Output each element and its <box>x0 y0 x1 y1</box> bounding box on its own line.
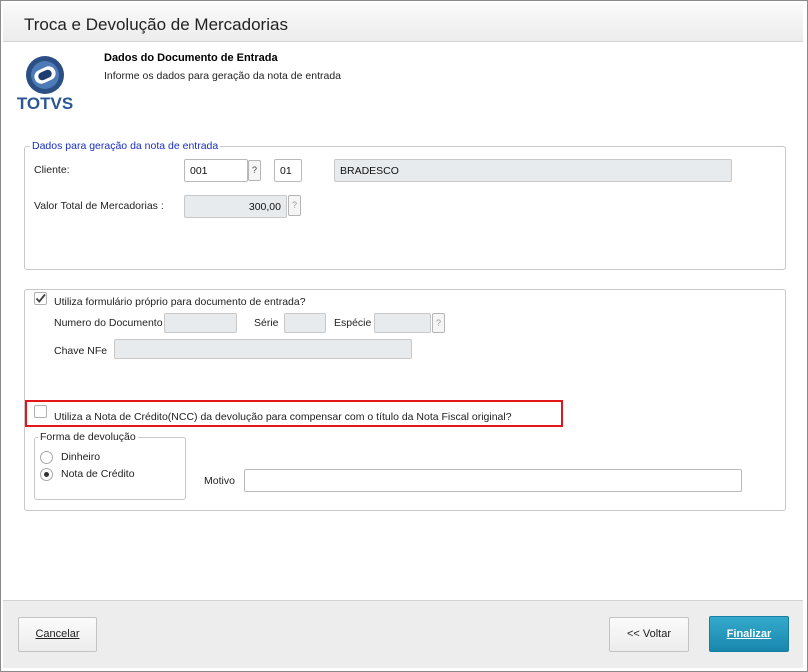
page-title: Dados do Documento de Entrada <box>104 52 278 64</box>
cliente-label: Cliente: <box>34 164 70 176</box>
back-button-label: << Voltar <box>626 628 672 640</box>
motivo-label: Motivo <box>204 475 235 487</box>
finish-button-label: Finalizar <box>726 628 772 640</box>
valor-total-field: 300,00 <box>184 195 287 218</box>
return-method-group: Forma de devolução <box>34 431 186 500</box>
entry-data-legend: Dados para geração da nota de entrada <box>32 140 219 152</box>
serie-field[interactable] <box>284 313 326 333</box>
radio-dinheiro[interactable] <box>40 451 53 464</box>
cliente-lookup-button[interactable]: ? <box>248 160 261 181</box>
especie-label: Espécie <box>334 317 372 329</box>
totvs-logo: TOTVS <box>17 56 73 113</box>
cancel-button-label: Cancelar <box>35 628 80 640</box>
checkmark-icon <box>35 293 46 303</box>
serie-label: Série <box>254 317 279 329</box>
back-button[interactable]: << Voltar <box>609 617 689 652</box>
return-method-legend: Forma de devolução <box>40 431 136 443</box>
title-bar: Troca e Devolução de Mercadorias <box>3 3 803 42</box>
motivo-field[interactable] <box>244 469 742 492</box>
radio-nota-credito[interactable] <box>40 468 53 481</box>
valor-total-label: Valor Total de Mercadorias : <box>34 200 164 212</box>
cliente-store-field[interactable]: 01 <box>274 159 302 182</box>
cliente-code-field[interactable]: 001 <box>184 159 248 182</box>
finish-button[interactable]: Finalizar <box>709 616 789 652</box>
own-form-checkbox[interactable] <box>34 292 47 305</box>
window-title: Troca e Devolução de Mercadorias <box>24 15 288 34</box>
chave-nfe-label: Chave NFe <box>54 345 108 357</box>
valor-lookup-button[interactable]: ? <box>288 195 301 216</box>
especie-field[interactable] <box>374 313 431 333</box>
chave-nfe-field[interactable] <box>114 339 412 359</box>
logo-text: TOTVS <box>17 94 73 113</box>
especie-lookup-button[interactable]: ? <box>432 313 445 333</box>
numero-documento-label: Numero do Documento <box>54 317 163 329</box>
radio-nota-credito-label: Nota de Crédito <box>61 468 135 480</box>
radio-dinheiro-label: Dinheiro <box>61 451 101 463</box>
page-subtitle: Informe os dados para geração da nota de… <box>104 70 341 82</box>
own-form-label: Utiliza formulário próprio para document… <box>54 296 306 308</box>
cliente-name-field: BRADESCO <box>334 159 732 182</box>
numero-documento-field[interactable] <box>164 313 237 333</box>
ncc-label: Utiliza a Nota de Crédito(NCC) da devolu… <box>54 411 512 423</box>
cancel-button[interactable]: Cancelar <box>18 617 97 652</box>
ncc-checkbox[interactable] <box>34 405 47 418</box>
